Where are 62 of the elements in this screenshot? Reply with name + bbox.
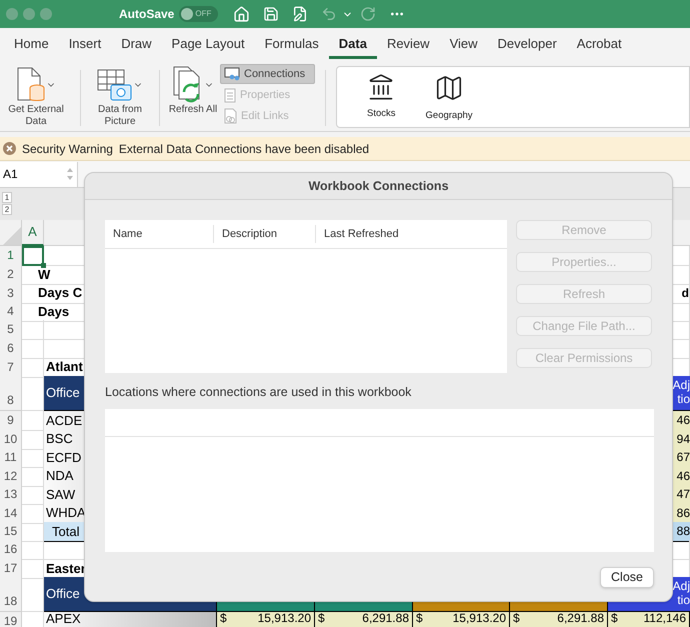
sheet-cell[interactable]	[22, 246, 44, 266]
bank-icon	[367, 73, 396, 101]
connections-icon	[224, 67, 240, 81]
ribbon-tab[interactable]: Draw	[111, 29, 162, 59]
ribbon-tab[interactable]: Home	[4, 29, 59, 59]
ribbon-small-button[interactable]: Connections	[220, 64, 315, 84]
ribbon-button[interactable]: Get External Data	[0, 66, 72, 128]
save-icon[interactable]	[263, 6, 280, 22]
office-cell: APEX	[44, 612, 217, 627]
home-icon[interactable]	[233, 6, 250, 22]
currency-cell: $ 6,291.88	[315, 612, 413, 627]
data-type-button[interactable]: Stocks	[367, 73, 396, 122]
close-icon[interactable]	[3, 142, 16, 155]
redo-icon[interactable]	[360, 6, 376, 22]
currency-cell: $ 6,291.88	[510, 612, 608, 627]
currency-cell: $ 112,146	[608, 612, 690, 627]
row-number[interactable]: 10	[0, 429, 22, 450]
table-camera-icon	[97, 68, 133, 102]
ribbon-tab[interactable]: View	[440, 29, 488, 59]
currency-cell: $ 15,913.20	[217, 612, 315, 627]
row-number[interactable]: 7	[0, 357, 22, 378]
column-header[interactable]: A	[22, 220, 44, 246]
close-button[interactable]: Close	[600, 566, 654, 588]
row-number[interactable]: 18	[0, 577, 22, 612]
row-number[interactable]: 14	[0, 503, 22, 524]
dialog-title: Workbook Connections	[308, 178, 449, 195]
ribbon-button[interactable]: Data from Picture	[89, 66, 151, 128]
row-number[interactable]: 19	[0, 612, 22, 627]
ribbon-tab[interactable]: Formulas	[254, 29, 329, 59]
data-type-button[interactable]: Geography	[426, 73, 473, 124]
row-number[interactable]: 5	[0, 320, 22, 340]
document-link-icon	[224, 108, 237, 124]
undo-icon[interactable]	[321, 6, 338, 22]
ribbon-tab[interactable]: Insert	[58, 29, 112, 59]
row-number[interactable]: 1	[0, 246, 22, 266]
name-box[interactable]: A1	[0, 162, 78, 186]
outline-level-button[interactable]: 1	[2, 192, 12, 203]
window-control[interactable]	[40, 8, 52, 20]
currency-cell: $ 15,913.20	[413, 612, 510, 627]
column-heading[interactable]: Last Refreshed	[315, 225, 507, 243]
column-heading[interactable]: Description	[213, 225, 315, 243]
ribbon-tab[interactable]: Page Layout	[162, 29, 255, 59]
file-pen-icon[interactable]	[292, 6, 308, 22]
row-number[interactable]: 16	[0, 540, 22, 560]
autosave-label: AutoSave	[119, 6, 174, 23]
row-number[interactable]: 8	[0, 376, 22, 410]
ribbon-tab[interactable]: Review	[376, 29, 440, 59]
row-number[interactable]: 12	[0, 466, 22, 486]
window-control[interactable]	[23, 8, 35, 20]
document-database-icon	[16, 67, 46, 103]
column-heading[interactable]: Name	[105, 225, 213, 243]
ribbon-tab[interactable]: Acrobat	[566, 29, 632, 59]
warning-title: Security Warning	[22, 140, 113, 158]
ribbon-button[interactable]: Refresh All	[168, 66, 218, 116]
ribbon-tab[interactable]: Developer	[488, 29, 567, 59]
outline-level-button[interactable]: 2	[2, 204, 12, 215]
stepper-icon	[66, 167, 74, 181]
properties-icon	[224, 88, 236, 102]
row-number[interactable]: 6	[0, 338, 22, 358]
row-number[interactable]: 3	[0, 283, 22, 304]
window-control[interactable]	[6, 8, 18, 20]
warning-message: External Data Connections have been disabled	[118, 140, 370, 158]
